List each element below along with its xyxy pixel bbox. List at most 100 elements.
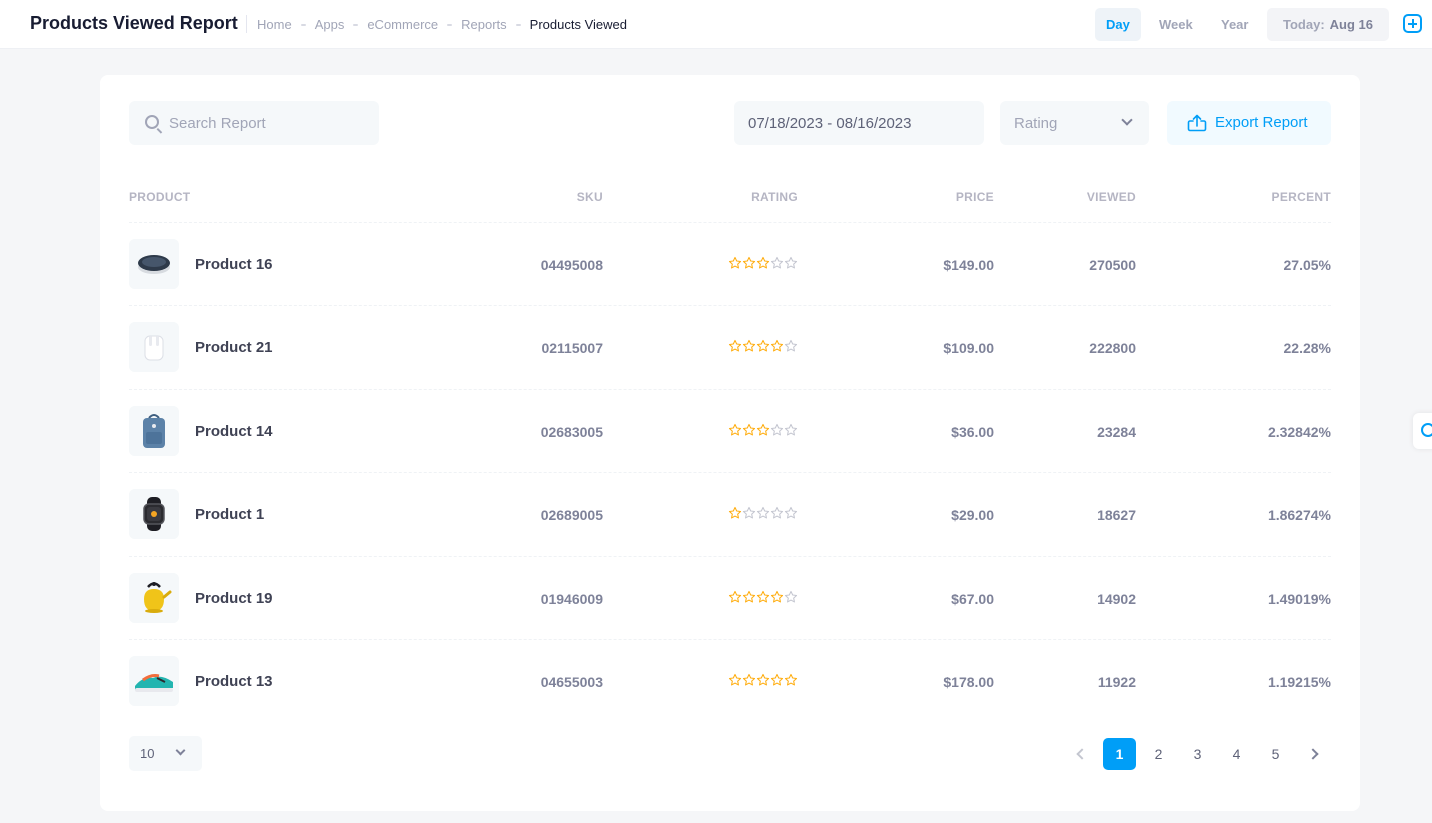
product-name[interactable]: Product 13 xyxy=(195,673,273,690)
star-filled-icon xyxy=(756,256,770,269)
product-viewed: 11922 xyxy=(1097,674,1136,690)
product-viewed: 222800 xyxy=(1089,340,1136,356)
title-divider xyxy=(246,15,247,33)
kettle-image xyxy=(129,573,179,623)
table-row: Product 14 02683005 $36.00 23284 2.32842… xyxy=(129,389,1331,473)
breadcrumb-separator xyxy=(300,23,306,26)
backpack-image xyxy=(129,406,179,456)
product-percent: 1.86274% xyxy=(1267,507,1331,523)
column-header-sku[interactable]: SKU xyxy=(577,190,603,204)
table-row: Product 1 02689005 $29.00 18627 1.86274% xyxy=(129,472,1331,556)
watch-image xyxy=(129,489,179,539)
product-thumbnail[interactable] xyxy=(129,406,179,456)
product-name[interactable]: Product 14 xyxy=(195,423,273,440)
breadcrumb-ecommerce[interactable]: eCommerce xyxy=(367,17,438,32)
breadcrumb-reports[interactable]: Reports xyxy=(461,17,507,32)
today-date-button[interactable]: Today: Aug 16 xyxy=(1267,8,1389,41)
per-page-select[interactable]: 10 xyxy=(129,736,202,771)
star-filled-icon xyxy=(756,590,770,603)
star-filled-icon xyxy=(784,673,798,686)
breadcrumb-separator xyxy=(353,23,359,26)
settings-side-tab[interactable] xyxy=(1413,413,1432,449)
sneaker-image xyxy=(129,656,179,706)
range-year-button[interactable]: Year xyxy=(1210,8,1259,41)
column-header-viewed[interactable]: VIEWED xyxy=(1087,190,1136,204)
chevron-down-icon xyxy=(175,745,186,756)
breadcrumb-products-viewed: Products Viewed xyxy=(529,17,627,32)
column-header-rating[interactable]: RATING xyxy=(751,190,798,204)
rating-stars xyxy=(728,506,798,520)
pagination-next-button[interactable] xyxy=(1298,738,1331,770)
product-sku: 02115007 xyxy=(541,340,603,356)
rating-stars xyxy=(728,423,798,437)
star-filled-icon xyxy=(728,673,742,686)
star-empty-icon xyxy=(756,506,770,519)
search-icon xyxy=(145,115,159,129)
range-week-button[interactable]: Week xyxy=(1148,8,1204,41)
pagination-page-1[interactable]: 1 xyxy=(1103,738,1136,770)
star-filled-icon xyxy=(728,339,742,352)
export-report-button[interactable]: Export Report xyxy=(1167,101,1331,145)
rating-filter-select[interactable]: Rating xyxy=(1000,101,1149,145)
top-bar: Products Viewed Report Home Apps eCommer… xyxy=(0,0,1432,49)
product-sku: 04495008 xyxy=(540,257,603,273)
star-empty-icon xyxy=(784,339,798,352)
chevron-down-icon xyxy=(1121,114,1133,126)
product-price: $36.00 xyxy=(951,424,994,440)
pagination-previous-button[interactable] xyxy=(1064,738,1097,770)
product-percent: 27.05% xyxy=(1283,257,1331,273)
pagination-page-2[interactable]: 2 xyxy=(1142,738,1175,770)
star-filled-icon xyxy=(742,339,756,352)
earbuds-image xyxy=(129,322,179,372)
breadcrumb-home[interactable]: Home xyxy=(257,17,292,32)
breadcrumb-apps[interactable]: Apps xyxy=(315,17,345,32)
column-header-product[interactable]: PRODUCT xyxy=(129,190,190,204)
star-filled-icon xyxy=(728,506,742,519)
export-upload-icon xyxy=(1187,114,1207,132)
product-name[interactable]: Product 16 xyxy=(195,256,273,273)
product-name[interactable]: Product 1 xyxy=(195,506,264,523)
add-plus-icon[interactable] xyxy=(1403,14,1422,33)
chevron-left-icon xyxy=(1076,748,1088,760)
product-name[interactable]: Product 21 xyxy=(195,339,273,356)
table-row: Product 19 01946009 $67.00 14902 1.49019… xyxy=(129,556,1331,640)
star-filled-icon xyxy=(770,339,784,352)
rating-stars xyxy=(728,590,798,604)
breadcrumb-separator xyxy=(515,23,521,26)
product-thumbnail[interactable] xyxy=(129,322,179,372)
pagination-page-5[interactable]: 5 xyxy=(1259,738,1292,770)
search-box xyxy=(129,101,379,145)
star-filled-icon xyxy=(756,673,770,686)
product-price: $67.00 xyxy=(951,591,994,607)
product-price: $29.00 xyxy=(951,507,994,523)
date-range-picker[interactable]: 07/18/2023 - 08/16/2023 xyxy=(734,101,984,145)
product-percent: 1.19215% xyxy=(1267,674,1331,690)
gear-icon xyxy=(1421,423,1432,437)
star-empty-icon xyxy=(784,256,798,269)
pagination-page-3[interactable]: 3 xyxy=(1181,738,1214,770)
table-row: Product 13 04655003 $178.00 11922 1.1921… xyxy=(129,639,1331,723)
column-header-price[interactable]: PRICE xyxy=(956,190,994,204)
pagination-page-4[interactable]: 4 xyxy=(1220,738,1253,770)
product-price: $178.00 xyxy=(943,674,994,690)
product-thumbnail[interactable] xyxy=(129,489,179,539)
product-sku: 01946009 xyxy=(540,591,603,607)
table-row: Product 16 04495008 $149.00 270500 27.05… xyxy=(129,222,1331,306)
today-value: Aug 16 xyxy=(1329,17,1373,32)
product-percent: 2.32842% xyxy=(1267,424,1331,440)
search-input[interactable] xyxy=(169,101,369,145)
column-header-percent[interactable]: PERCENT xyxy=(1272,190,1331,204)
star-empty-icon xyxy=(742,506,756,519)
star-empty-icon xyxy=(770,506,784,519)
range-day-button[interactable]: Day xyxy=(1095,8,1141,41)
star-filled-icon xyxy=(756,423,770,436)
rating-stars xyxy=(728,339,798,353)
per-page-value: 10 xyxy=(140,746,155,761)
product-thumbnail[interactable] xyxy=(129,656,179,706)
product-thumbnail[interactable] xyxy=(129,573,179,623)
star-filled-icon xyxy=(742,590,756,603)
export-report-label: Export Report xyxy=(1215,114,1308,131)
product-name[interactable]: Product 19 xyxy=(195,590,273,607)
product-sku: 02689005 xyxy=(540,507,603,523)
product-thumbnail[interactable] xyxy=(129,239,179,289)
